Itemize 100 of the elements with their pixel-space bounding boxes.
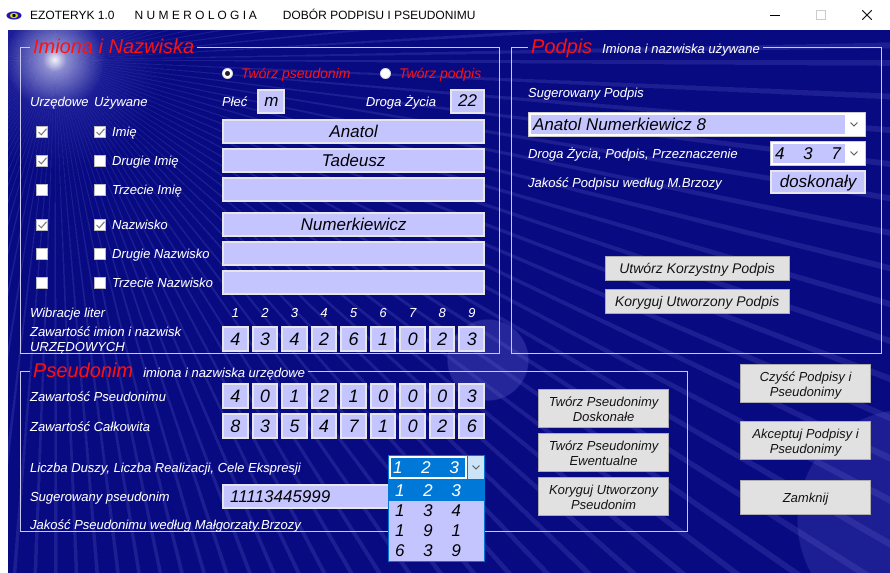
digit-label: 5 <box>348 305 358 320</box>
digit-cell: 2 <box>310 383 338 409</box>
panel-subtitle: Imiona i nazwiska używane <box>602 41 760 56</box>
name-label: Drugie Nazwisko <box>112 246 210 261</box>
panel-title: Podpis <box>531 36 592 59</box>
digit-cell: 0 <box>399 413 426 439</box>
vibrations-label: Wibracje liter <box>30 305 106 320</box>
action-button[interactable]: Zamknij <box>740 480 871 515</box>
mode-radio[interactable]: Twórz pseudonim <box>222 65 380 81</box>
name-field[interactable]: Tadeusz <box>222 148 485 173</box>
name-label: Drugie Imię <box>112 153 178 168</box>
window-title: DOBÓR PODPISU I PSEUDONIMU <box>282 8 476 22</box>
pseudonym-button[interactable]: Koryguj Utworzony Pseudonim <box>538 477 669 516</box>
checkbox[interactable] <box>36 184 48 196</box>
numbers-label: Droga Życia, Podpis, Przeznaczenie <box>528 146 738 161</box>
close-icon[interactable] <box>862 10 872 20</box>
digit-cell: 4 <box>281 326 308 352</box>
action-button[interactable]: Czyść Podpisy i Pseudonimy <box>740 364 871 403</box>
minimize-icon[interactable] <box>770 14 780 16</box>
checkbox[interactable] <box>36 218 48 230</box>
checkbox[interactable] <box>36 154 48 166</box>
digit-cell: 8 <box>222 413 249 439</box>
suggested-pseudonym-label: Sugerowany pseudonim <box>30 489 170 504</box>
digit-cell: 2 <box>310 326 338 352</box>
digit-cell: 6 <box>340 326 367 352</box>
mode-radio[interactable]: Twórz podpis <box>380 65 490 81</box>
content-label: Zawartość imion i nazwisk URZĘDOWYCH <box>30 324 182 354</box>
checkbox[interactable] <box>94 126 106 138</box>
column-header: Używane <box>94 94 148 108</box>
quality-field[interactable]: doskonały <box>770 170 866 194</box>
digit-cell: 4 <box>222 383 249 409</box>
name-field[interactable]: Anatol <box>222 119 485 144</box>
signature-button[interactable]: Koryguj Utworzony Podpis <box>604 289 790 314</box>
gender-field[interactable]: m <box>257 88 286 114</box>
quality-label: Jakość Podpisu według M.Brzozy <box>528 174 722 190</box>
life-path-field[interactable]: 22 <box>450 88 485 114</box>
digit-cell: 0 <box>399 326 426 352</box>
checkbox[interactable] <box>94 276 106 288</box>
name-label: Imię <box>112 124 137 139</box>
digit-label: 8 <box>438 305 447 320</box>
column-header: Urzędowe <box>30 94 90 108</box>
name-label: Nazwisko <box>112 217 168 232</box>
digit-label: 4 <box>319 305 329 320</box>
name-field[interactable] <box>222 270 485 295</box>
name-field[interactable]: Numerkiewicz <box>222 212 485 237</box>
action-button[interactable]: Akceptuj Podpisy i Pseudonimy <box>740 421 871 460</box>
life-path-label: Droga Życia <box>366 94 436 108</box>
digit-cell: 4 <box>222 326 249 352</box>
suggested-signature-label: Sugerowany Podpis <box>528 85 645 100</box>
digit-cell: 3 <box>458 326 485 352</box>
digit-cell: 0 <box>370 383 396 409</box>
content-label: Zawartość Całkowita <box>30 418 151 434</box>
digit-cell: 5 <box>281 413 308 439</box>
name-field[interactable] <box>222 241 485 266</box>
panel-title: Imiona i Nazwiska <box>33 36 194 59</box>
digit-cell: 0 <box>399 383 426 409</box>
pseudonym-button[interactable]: Twórz Pseudonimy Doskonałe <box>538 389 669 428</box>
numbers-dropdown[interactable]: 4 3 7 <box>770 141 866 166</box>
panel-title: Pseudonim <box>33 360 134 383</box>
panel-subtitle: imiona i nazwiska urzędowe <box>143 365 305 380</box>
checkbox[interactable] <box>36 276 48 288</box>
gender-label: Płeć <box>222 94 248 108</box>
digit-label: 1 <box>230 305 240 320</box>
dropdown-option[interactable]: 6 3 9 <box>389 541 484 561</box>
digit-cell: 3 <box>252 326 278 352</box>
digit-cell: 1 <box>370 413 396 439</box>
digit-cell: 6 <box>458 413 485 439</box>
eye-icon <box>6 10 22 20</box>
window-title: N U M E R O L O G I A <box>134 8 257 22</box>
digit-label: 3 <box>290 305 299 320</box>
pseudonym-button[interactable]: Twórz Pseudonimy Ewentualne <box>538 433 669 472</box>
checkbox[interactable] <box>36 126 48 138</box>
quality-label: Jakość Pseudonimu według Małgorzaty.Brzozy <box>30 517 301 532</box>
chevron-icon <box>850 151 858 156</box>
digit-label: 7 <box>408 305 418 320</box>
dropdown-option[interactable]: 1 9 1 <box>389 521 484 541</box>
digit-cell: 7 <box>340 413 367 439</box>
digit-cell: 4 <box>310 413 338 439</box>
signature-dropdown[interactable]: Anatol Numerkiewicz 8 <box>528 112 866 137</box>
digit-cell: 3 <box>458 383 485 409</box>
name-label: Trzecie Imię <box>112 182 182 197</box>
digit-cell: 0 <box>428 383 456 409</box>
chevron-icon <box>472 465 480 470</box>
checkbox[interactable] <box>36 248 48 260</box>
checkbox[interactable] <box>94 218 106 230</box>
digit-label: 2 <box>260 305 270 320</box>
digit-cell: 1 <box>281 383 308 409</box>
chevron-icon <box>850 122 858 127</box>
dropdown-option[interactable]: 1 2 3 <box>389 481 484 501</box>
signature-button[interactable]: Utwórz Korzystny Podpis <box>604 256 790 281</box>
digit-label: 9 <box>467 305 476 320</box>
numbers-label: Liczba Duszy, Liczba Realizacji, Cele Ekspresji <box>30 460 301 475</box>
checkbox[interactable] <box>94 248 106 260</box>
name-field[interactable] <box>222 177 485 202</box>
digit-cell: 0 <box>252 383 278 409</box>
digit-cell: 2 <box>428 326 456 352</box>
digit-cell: 2 <box>428 413 456 439</box>
checkbox[interactable] <box>94 154 106 166</box>
checkbox[interactable] <box>94 184 106 196</box>
name-label: Trzecie Nazwisko <box>112 275 213 290</box>
